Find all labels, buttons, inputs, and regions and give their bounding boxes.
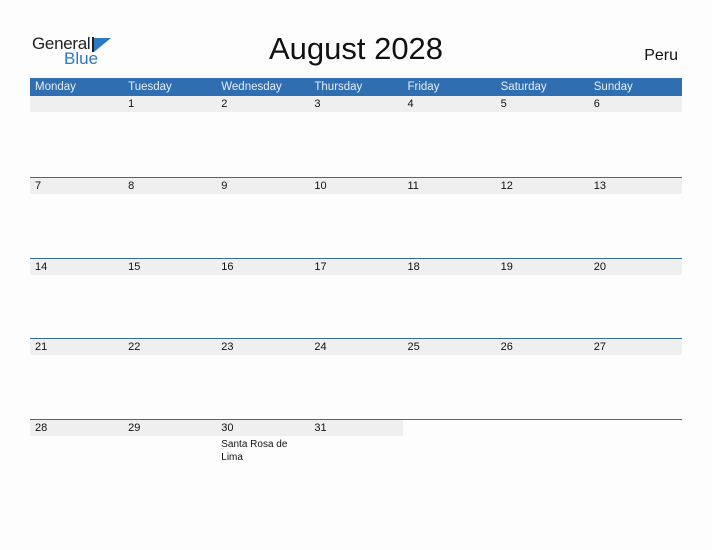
day-cell: 17 [314,260,327,273]
day-cell: 16 [221,260,234,273]
weekday-thursday: Thursday [314,81,363,93]
day-cell: 12 [500,180,513,192]
day-cell: 1 [128,98,135,110]
day-cell: 31 [314,421,327,434]
date-strip: 7 8 9 10 11 12 13 [30,178,682,194]
week-row: 7 8 9 10 11 12 13 [30,177,682,258]
day-cell [30,96,123,112]
day-cell: 13 [593,180,606,192]
holiday-label: Santa Rosa de Lima [221,438,288,463]
weekday-wednesday: Wednesday [221,81,282,93]
day-cell: 7 [35,180,42,192]
day-cell [495,419,589,436]
day-cell: 19 [500,260,513,273]
day-cell: 28 [35,421,48,434]
day-cell: 3 [314,98,321,110]
day-cell: 11 [407,180,419,192]
date-strip: 28 29 30 31 [30,419,682,436]
day-cell: 10 [314,180,327,192]
day-cell: 22 [128,341,141,353]
date-strip: 1 2 3 4 5 6 [30,96,682,112]
day-cell: 18 [407,260,420,273]
page-title: August 2028 [268,31,444,66]
day-cell [588,419,682,436]
weekday-monday: Monday [35,81,76,93]
day-cell: 20 [593,260,606,273]
day-cell: 9 [221,180,228,192]
date-strip: 14 15 16 17 18 19 20 [30,258,682,275]
day-cell: 15 [128,260,141,273]
day-cell: 14 [35,260,48,273]
day-cell: 27 [593,341,606,353]
weekday-sunday: Sunday [593,81,633,93]
week-row: 28 29 30 31 Santa Rosa de Lima [30,418,682,500]
calendar: Monday Tuesday Wednesday Thursday Friday… [30,78,682,499]
weekday-header: Monday Tuesday Wednesday Thursday Friday… [30,78,682,96]
week-row: 1 2 3 4 5 6 [30,96,682,177]
week-row: 14 15 16 17 18 19 20 [30,257,682,339]
week-row: 21 22 23 24 25 26 27 [30,338,682,419]
day-cell: 30 [221,421,234,434]
day-cell: 6 [593,98,600,110]
country-label: Peru [644,47,678,64]
day-cell: 29 [128,421,141,434]
day-cell: 24 [314,341,327,353]
day-cell: 5 [500,98,507,110]
weeks: 1 2 3 4 5 6 7 8 9 10 11 12 13 14 15 16 17 18 19 20 21 22 23 24 2… [30,96,682,499]
day-cell: 2 [221,98,228,110]
day-cell: 26 [500,341,513,353]
day-cell [402,419,496,436]
day-cell: 8 [128,180,135,192]
weekday-tuesday: Tuesday [128,81,172,93]
date-strip: 21 22 23 24 25 26 27 [30,339,682,355]
day-cell: 4 [407,98,414,110]
day-cell: 25 [407,341,420,353]
day-cell: 23 [221,341,234,353]
weekday-friday: Friday [407,81,440,93]
weekday-saturday: Saturday [500,81,547,93]
day-cell: 21 [35,341,48,353]
